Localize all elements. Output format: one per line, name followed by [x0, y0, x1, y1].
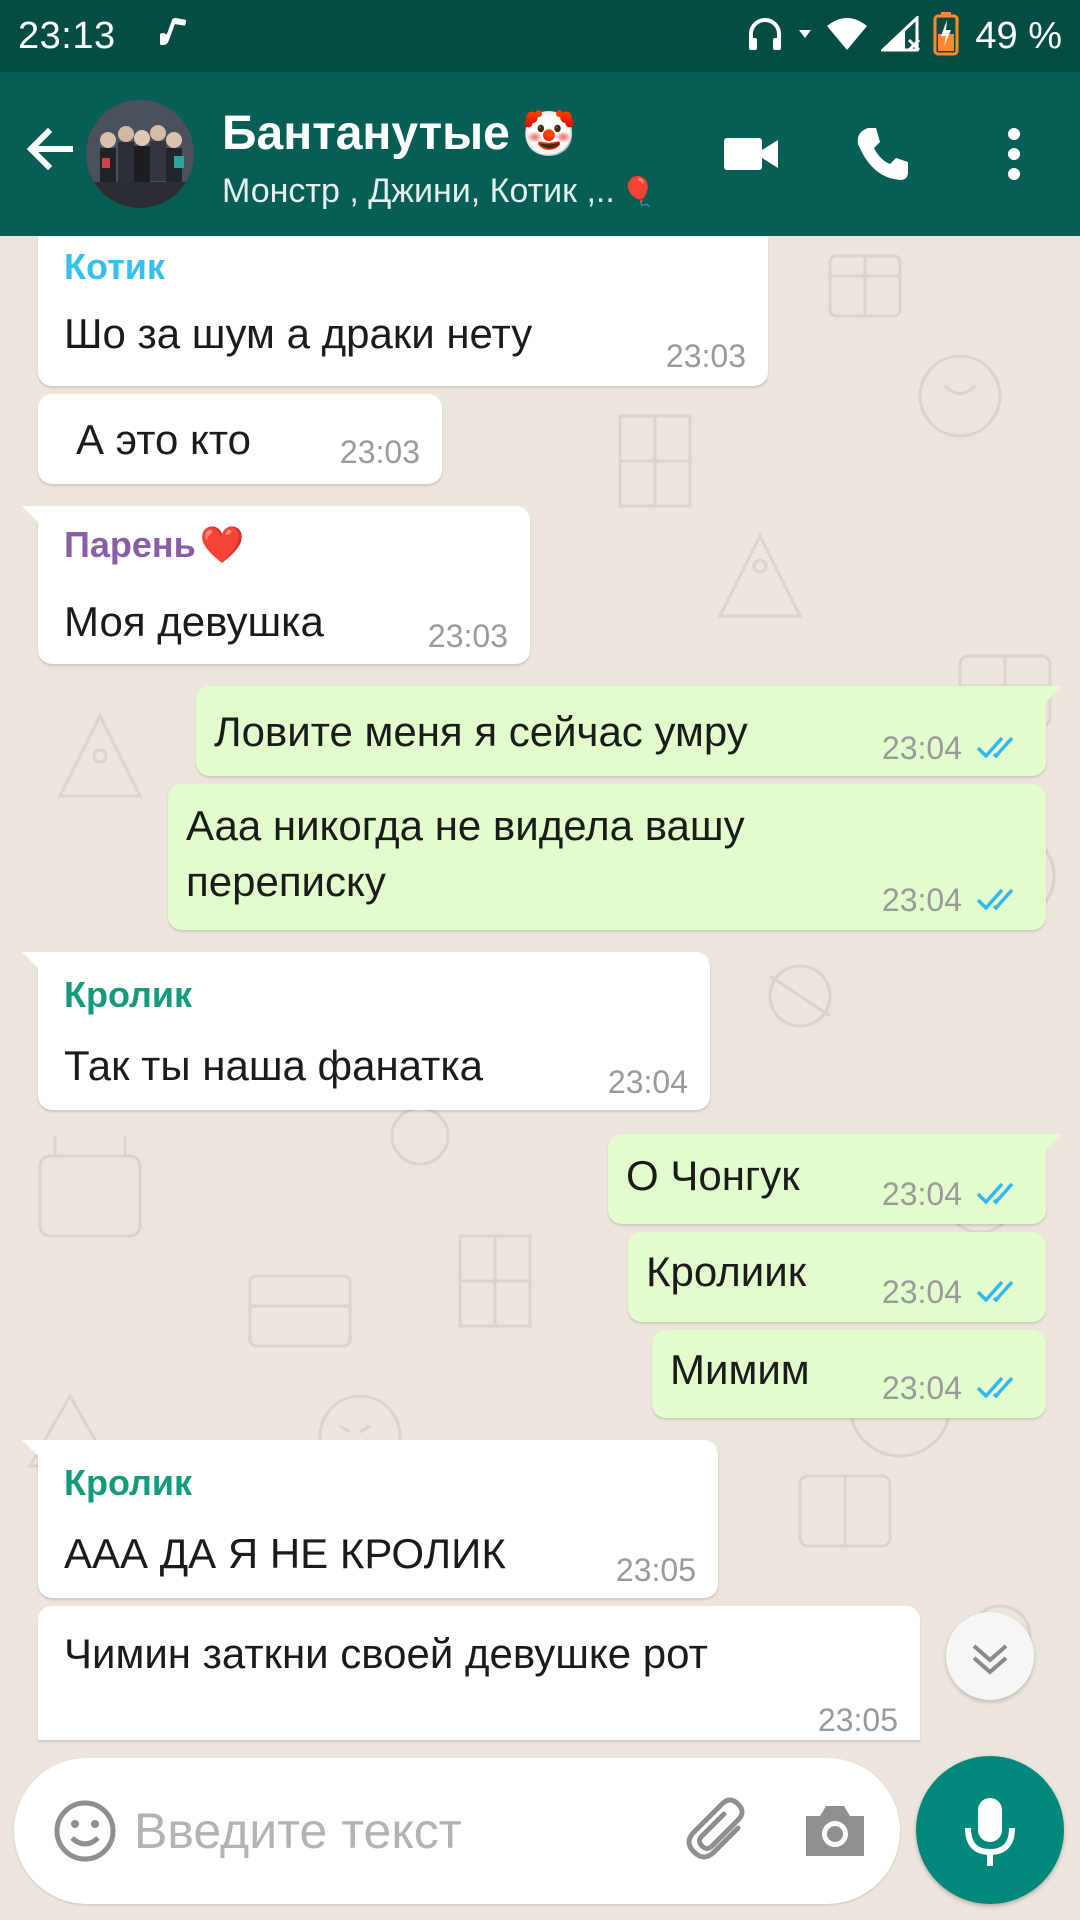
message-incoming[interactable]: А это кто 23:03: [38, 394, 442, 484]
double-check-icon: [976, 1280, 1014, 1303]
battery-icon: [933, 11, 959, 61]
message-text: Чимин заткни своей девушке рот: [64, 1630, 708, 1677]
double-check-icon: [976, 1182, 1014, 1205]
mic-icon: [965, 1798, 1015, 1866]
sender-name: Кролик: [64, 1462, 193, 1503]
music-note-icon: [156, 14, 187, 59]
message-incoming[interactable]: Кролик Так ты наша фанатка 23:04: [22, 952, 710, 1110]
message-outgoing[interactable]: Кролиик 23:04: [628, 1232, 1046, 1322]
message-incoming[interactable]: Чимин заткни своей девушке рот 23:05: [38, 1606, 920, 1740]
message-time: 23:03: [339, 434, 420, 470]
message-time: 23:05: [615, 1552, 696, 1588]
message-text-line2: переписку: [186, 858, 386, 905]
attach-icon[interactable]: [682, 1794, 756, 1868]
mic-button[interactable]: [916, 1756, 1064, 1904]
clown-emoji: 🤡: [521, 109, 577, 159]
message-time: 23:04: [881, 1274, 962, 1310]
message-time: 23:04: [881, 1370, 962, 1406]
members-subtitle[interactable]: Монстр , Джини, Котик ,.. 🎈: [222, 172, 656, 211]
message-incoming[interactable]: Парень ❤️ Моя девушка 23:03: [22, 506, 530, 664]
message-time: 23:04: [607, 1064, 688, 1100]
signal-icon: [879, 14, 921, 57]
status-bar: 23:13 49 %: [0, 0, 1080, 72]
sender-name-text: Парень: [64, 524, 196, 565]
message-incoming[interactable]: Котик Шо за шум а драки нету 23:03: [38, 236, 768, 386]
message-time: 23:04: [881, 882, 962, 918]
group-name: Бантанутые: [222, 107, 510, 160]
message-outgoing[interactable]: Ловите меня я сейчас умру 23:04: [196, 686, 1062, 776]
message-text: Шо за шум а драки нету: [64, 310, 533, 357]
message-outgoing[interactable]: О Чонгук 23:04: [608, 1134, 1062, 1224]
message-outgoing[interactable]: Мимим 23:04: [652, 1330, 1046, 1418]
sender-name: Парень ❤️: [64, 524, 245, 566]
wifi-icon: [825, 16, 869, 57]
message-text: О Чонгук: [626, 1152, 800, 1199]
message-text: Так ты наша фанатка: [64, 1042, 483, 1089]
emoji-icon[interactable]: [50, 1796, 120, 1866]
double-check-icon: [976, 736, 1014, 759]
message-incoming[interactable]: Кролик ААА ДА Я НЕ КРОЛИК 23:05: [22, 1440, 718, 1598]
members-list: Монстр , Джини, Котик ,..: [222, 172, 615, 210]
double-check-icon: [976, 1376, 1014, 1399]
message-time: 23:04: [881, 1176, 962, 1212]
camera-icon[interactable]: [800, 1796, 870, 1866]
message-time: 23:03: [665, 338, 746, 374]
group-avatar[interactable]: [86, 100, 194, 208]
message-composer: [14, 1758, 900, 1904]
message-text: Моя девушка: [64, 598, 324, 645]
back-arrow-icon[interactable]: [20, 118, 82, 180]
video-call-icon[interactable]: [720, 122, 784, 186]
message-time: 23:04: [881, 730, 962, 766]
sender-name: Котик: [64, 246, 165, 287]
message-text: Мимим: [670, 1346, 810, 1393]
headset-icon: [745, 14, 785, 59]
more-vert-icon[interactable]: [990, 122, 1038, 186]
message-input[interactable]: [134, 1788, 674, 1874]
double-check-icon: [976, 888, 1014, 911]
message-time: 23:03: [427, 618, 508, 654]
message-text: Ловите меня я сейчас умру: [214, 708, 748, 755]
double-chevron-down-icon: [972, 1644, 1008, 1675]
chat-title[interactable]: Бантанутые 🤡: [222, 106, 577, 161]
scroll-down-button[interactable]: [946, 1612, 1034, 1700]
message-time: 23:05: [817, 1702, 898, 1738]
status-time: 23:13: [18, 14, 116, 57]
heart-emoji: ❤️: [199, 524, 245, 565]
phone-icon[interactable]: [850, 122, 914, 186]
balloon-emoji: 🎈: [620, 176, 656, 207]
message-outgoing[interactable]: Ааа никогда не видела вашу переписку 23:…: [168, 784, 1046, 930]
message-text: ААА ДА Я НЕ КРОЛИК: [64, 1530, 506, 1577]
chat-header: Бантанутые 🤡 Монстр , Джини, Котик ,.. 🎈: [0, 72, 1080, 236]
message-text: А это кто: [76, 416, 251, 463]
battery-percent: 49 %: [975, 14, 1062, 57]
data-arrow-icon: [797, 24, 813, 49]
sender-name: Кролик: [64, 974, 193, 1015]
message-text: Кролиик: [646, 1248, 807, 1295]
message-text: Ааа никогда не видела вашу: [186, 802, 745, 849]
